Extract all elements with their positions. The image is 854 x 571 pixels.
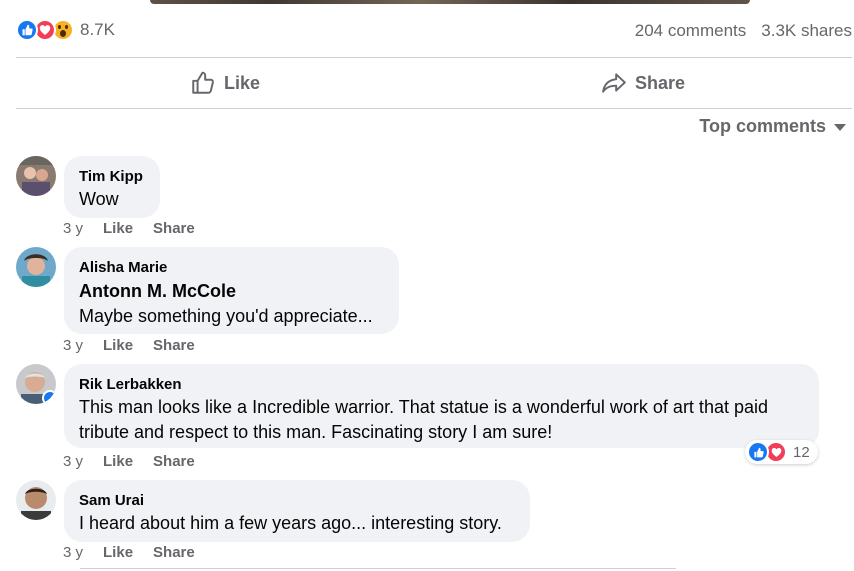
avatar[interactable] — [16, 364, 56, 404]
comment-reactions[interactable]: 12 — [745, 440, 818, 464]
shares-count[interactable]: 3.3K shares — [761, 21, 852, 41]
divider — [80, 568, 676, 569]
comment-timestamp[interactable]: 3 y — [63, 453, 83, 470]
comment-author[interactable]: Rik Lerbakken — [79, 375, 804, 395]
comment-text: Maybe something you'd appreciate... — [79, 306, 373, 326]
comment-timestamp[interactable]: 3 y — [63, 544, 83, 561]
post-actions: Like Share — [16, 59, 852, 107]
comment-timestamp[interactable]: 3 y — [63, 337, 83, 354]
comment-share-link[interactable]: Share — [153, 453, 195, 470]
like-button[interactable]: Like — [16, 59, 434, 107]
share-button[interactable]: Share — [434, 59, 852, 107]
comment-actions: 3 y Like Share — [63, 544, 195, 561]
comment-actions: 3 y Like Share — [63, 453, 195, 470]
comment-author[interactable]: Tim Kipp — [79, 167, 145, 187]
comment-text: I heard about him a few years ago... int… — [79, 513, 502, 533]
comment-like-link[interactable]: Like — [103, 337, 133, 354]
post-stats-bar: 8.7K 204 comments 3.3K shares — [16, 16, 852, 46]
mention-tag[interactable]: Antonn M. McCole — [79, 278, 384, 304]
comment-text: tribute and respect to this man. Fascina… — [79, 422, 553, 442]
like-button-label: Like — [223, 72, 261, 93]
comment-actions: 3 y Like Share — [63, 337, 195, 354]
comment-share-link[interactable]: Share — [153, 544, 195, 561]
avatar[interactable] — [16, 247, 56, 287]
comment-like-link[interactable]: Like — [103, 453, 133, 470]
divider — [16, 108, 852, 109]
comment-timestamp[interactable]: 3 y — [63, 220, 83, 237]
avatar[interactable] — [16, 480, 56, 520]
comment-share-link[interactable]: Share — [153, 337, 195, 354]
sort-label: Top comments — [699, 116, 826, 136]
comment-author[interactable]: Alisha Marie — [79, 258, 384, 278]
avatar[interactable] — [16, 156, 56, 196]
comment-bubble: Sam Urai I heard about him a few years a… — [64, 480, 530, 542]
like-icon — [16, 19, 38, 41]
comments-count[interactable]: 204 comments — [635, 21, 747, 41]
badge-icon — [42, 390, 56, 404]
comment-text: Wow — [79, 189, 119, 209]
caret-down-icon — [834, 124, 846, 131]
divider — [16, 57, 852, 58]
comment-bubble: Rik Lerbakken This man looks like a Incr… — [64, 364, 819, 448]
share-arrow-icon — [602, 73, 626, 93]
reactions-summary[interactable]: 8.7K — [16, 19, 115, 41]
thumbs-up-icon — [192, 71, 214, 94]
comment-bubble: Alisha Marie Antonn M. McCole Maybe some… — [64, 247, 399, 334]
reaction-count[interactable]: 8.7K — [80, 20, 115, 40]
share-button-label: Share — [634, 72, 686, 93]
comment-actions: 3 y Like Share — [63, 220, 195, 237]
comment-like-link[interactable]: Like — [103, 544, 133, 561]
comment-like-link[interactable]: Like — [103, 220, 133, 237]
comment-text: This man looks like a Incredible warrior… — [79, 397, 768, 417]
comment-author[interactable]: Sam Urai — [79, 491, 515, 511]
like-icon — [747, 441, 769, 463]
post-photo-edge — [0, 0, 854, 6]
comment-bubble: Tim Kipp Wow — [64, 156, 160, 218]
comment-reaction-count: 12 — [793, 443, 810, 461]
post-photo[interactable] — [150, 0, 750, 4]
comment-sort-dropdown[interactable]: Top comments — [699, 116, 846, 137]
comment-share-link[interactable]: Share — [153, 220, 195, 237]
